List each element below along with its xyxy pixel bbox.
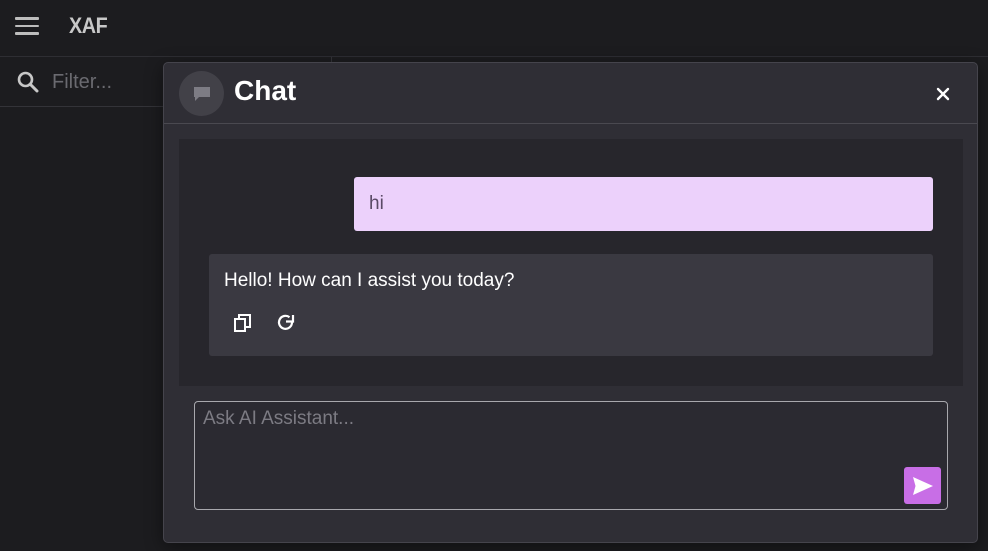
dialog-title: Chat — [234, 75, 297, 106]
assistant-message: Hello! How can I assist you today? — [209, 254, 933, 356]
send-icon — [913, 477, 933, 495]
copy-icon[interactable] — [232, 312, 254, 334]
user-message: hi — [354, 177, 933, 231]
chat-avatar — [179, 71, 224, 116]
chat-input[interactable] — [203, 408, 893, 498]
app-header: XAF — [0, 0, 988, 57]
chat-dialog: Chat hi Hello! How can I assist you toda… — [163, 62, 978, 543]
dialog-header: Chat — [164, 63, 977, 124]
refresh-icon[interactable] — [275, 312, 297, 334]
chat-icon — [194, 87, 210, 101]
search-icon — [17, 71, 39, 93]
chat-input-box — [194, 401, 948, 510]
menu-icon[interactable] — [15, 17, 39, 35]
messages-area: hi Hello! How can I assist you today? — [179, 139, 963, 386]
assistant-message-text: Hello! How can I assist you today? — [224, 270, 515, 291]
close-icon[interactable] — [932, 83, 954, 105]
app-title: XAF — [69, 13, 108, 38]
send-button[interactable] — [904, 467, 941, 504]
